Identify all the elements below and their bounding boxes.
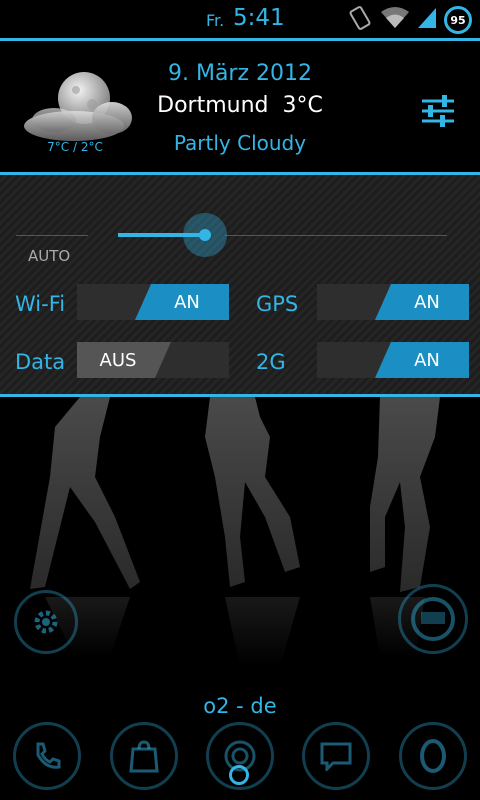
settings-shortcut[interactable] (14, 590, 78, 654)
gps-toggle-state: AN (375, 284, 469, 320)
weather-widget[interactable]: 7°C / 2°C 9. März 2012 Dortmund 3°C Part… (0, 41, 480, 171)
data-toggle-state: AUS (77, 342, 171, 378)
market-icon (129, 740, 159, 773)
weather-location: Dortmund 3°C (140, 93, 340, 118)
gps-toggle[interactable]: AN (317, 284, 469, 320)
titanium-backup-shortcut[interactable] (398, 584, 468, 654)
status-day: Fr. (206, 11, 225, 30)
2g-toggle[interactable]: AN (317, 342, 469, 378)
city-name: Dortmund (157, 93, 269, 118)
brightness-auto-label[interactable]: AUTO (28, 247, 70, 265)
current-temperature: 3°C (282, 93, 323, 118)
wifi-toggle[interactable]: AN (77, 284, 229, 320)
wifi-label: Wi-Fi (15, 292, 66, 316)
titanium-backup-icon (411, 597, 455, 641)
brightness-track[interactable] (225, 235, 447, 236)
brightness-thumb[interactable] (183, 213, 227, 257)
data-label: Data (15, 350, 66, 374)
phone-icon (36, 742, 61, 769)
vibrate-icon (346, 4, 374, 36)
battery-icon: 95 (444, 6, 472, 34)
data-toggle[interactable]: AUS (77, 342, 229, 378)
opera-icon (420, 739, 446, 773)
messaging-dock-button[interactable] (302, 722, 370, 790)
app-drawer-indicator-icon[interactable] (229, 765, 249, 785)
weather-condition: Partly Cloudy (173, 131, 307, 155)
market-dock-button[interactable] (110, 722, 178, 790)
carrier-label: o2 - de (203, 694, 277, 718)
gps-label: GPS (256, 292, 299, 316)
phone-dock-button[interactable] (13, 722, 81, 790)
weather-date: 9. März 2012 (167, 61, 313, 86)
opera-dock-button[interactable] (399, 722, 467, 790)
gear-icon (34, 610, 58, 634)
battery-level: 95 (450, 13, 466, 27)
wifi-icon (380, 6, 410, 34)
min-max-temperature: 7°C / 2°C (47, 140, 103, 154)
2g-toggle-state: AN (375, 342, 469, 378)
status-time: 5:41 (233, 5, 285, 31)
brightness-track-left (16, 235, 88, 236)
status-bar[interactable]: Fr. 5:41 95 (0, 0, 480, 38)
sliders-icon[interactable] (418, 93, 458, 129)
messaging-icon (320, 742, 352, 771)
quick-settings-panel: AUTO Wi-Fi AN GPS AN Data AUS 2G AN (0, 175, 480, 394)
wifi-toggle-state: AN (135, 284, 229, 320)
2g-label: 2G (256, 350, 286, 374)
signal-icon (416, 6, 438, 34)
